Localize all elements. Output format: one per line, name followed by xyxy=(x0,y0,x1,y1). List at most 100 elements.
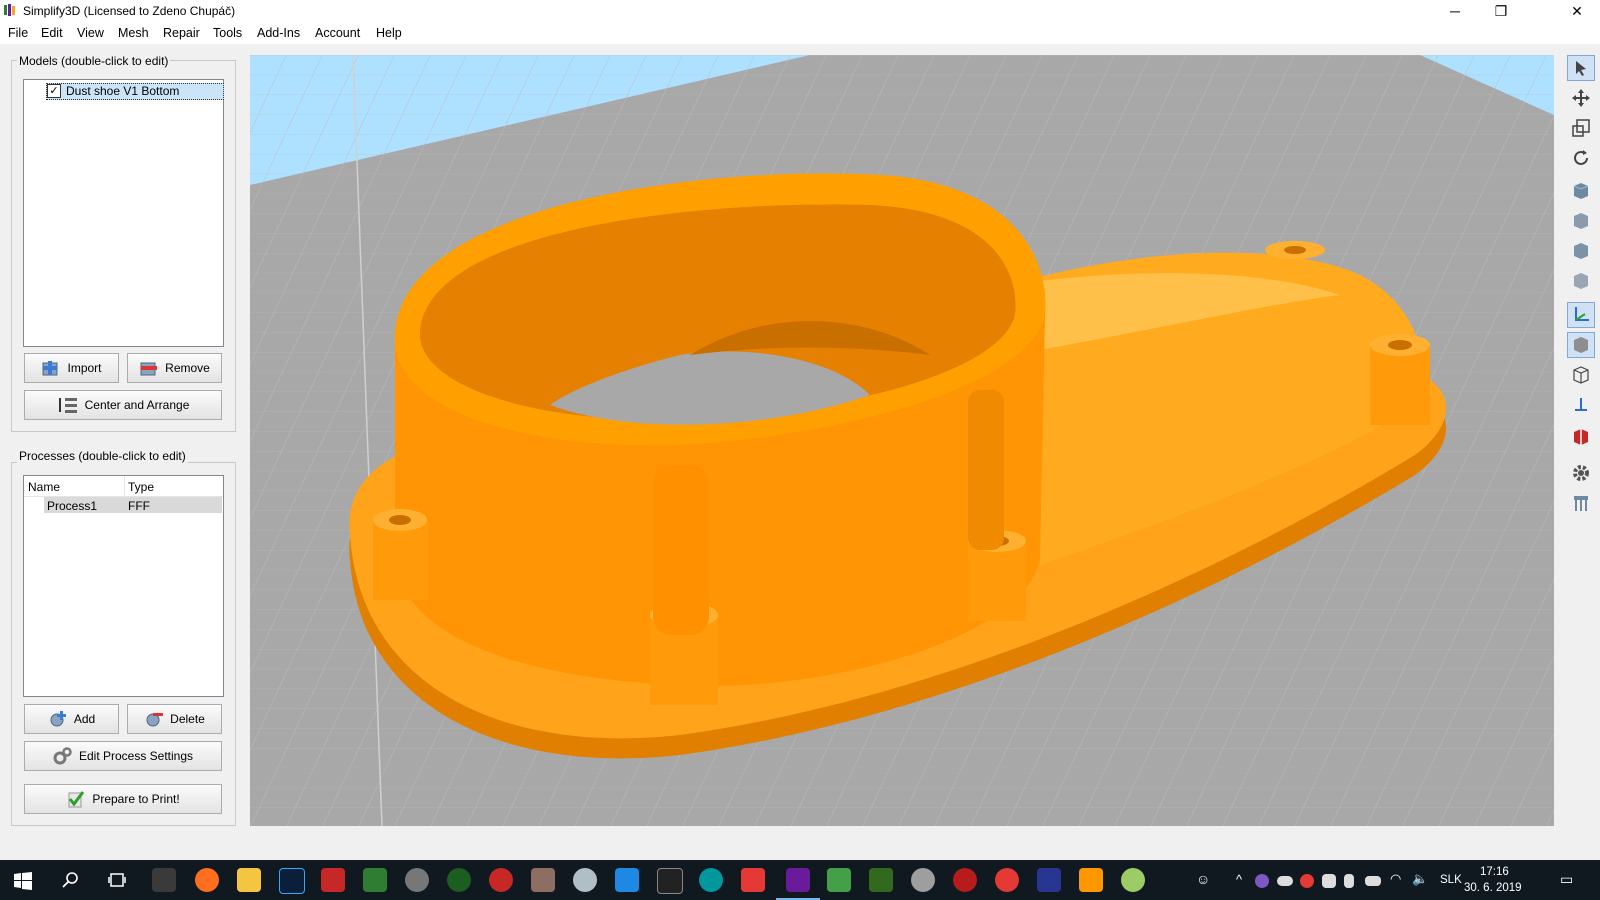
windows-start-icon[interactable] xyxy=(14,872,32,890)
move-icon[interactable] xyxy=(1567,85,1595,111)
select-arrow-icon[interactable] xyxy=(1567,55,1595,81)
remove-icon xyxy=(140,362,158,376)
z-axis-icon[interactable] xyxy=(1567,392,1595,418)
acrobat-icon[interactable] xyxy=(321,868,345,892)
photoshop-icon[interactable] xyxy=(279,868,305,894)
notifications-icon[interactable]: ▭ xyxy=(1560,871,1573,888)
rotate-icon[interactable] xyxy=(1567,145,1595,171)
battery-tray-icon[interactable] xyxy=(1365,876,1381,886)
delete-process-button[interactable]: Delete xyxy=(127,704,222,734)
column-divider xyxy=(124,476,125,496)
usb-tray-icon[interactable] xyxy=(1344,874,1354,888)
volume-icon[interactable]: 🔈 xyxy=(1412,871,1428,887)
feather-app-icon[interactable] xyxy=(869,868,893,892)
wireframe-icon[interactable] xyxy=(1567,362,1595,388)
minimize-button[interactable]: ─ xyxy=(1432,0,1478,22)
view-top-icon[interactable] xyxy=(1567,238,1595,264)
center-arrange-button[interactable]: Center and Arrange xyxy=(24,390,222,420)
processes-table[interactable]: Name Type Process1 FFF xyxy=(23,475,224,697)
maximize-button[interactable]: ❐ xyxy=(1478,0,1524,22)
title-bar: Simplify3D (Licensed to Zdeno Chupáč) ─ … xyxy=(0,0,1600,22)
green-app-icon[interactable] xyxy=(447,868,471,892)
android-app-icon[interactable] xyxy=(1121,868,1145,892)
view-iso-icon[interactable] xyxy=(1567,178,1595,204)
fusion-app-icon[interactable] xyxy=(1079,868,1103,892)
edit-process-settings-label: Edit Process Settings xyxy=(78,749,194,763)
center-arrange-label: Center and Arrange xyxy=(84,398,190,412)
cloud-app-icon[interactable] xyxy=(573,868,597,892)
gear-app-icon[interactable] xyxy=(911,868,935,892)
task-view-icon[interactable] xyxy=(108,871,126,889)
delete-process-label: Delete xyxy=(170,712,205,726)
tray-chevron-icon[interactable]: ^ xyxy=(1236,872,1242,887)
solidworks-icon[interactable] xyxy=(489,868,513,892)
menu-view[interactable]: View xyxy=(77,26,104,40)
vscode-icon[interactable] xyxy=(615,868,639,892)
menu-file[interactable]: File xyxy=(8,26,28,40)
checkmark-icon xyxy=(68,791,85,808)
add-process-label: Add xyxy=(73,712,96,726)
menu-account[interactable]: Account xyxy=(315,26,360,40)
terminal-icon[interactable] xyxy=(657,868,683,894)
people-icon[interactable]: ☺ xyxy=(1196,871,1210,887)
column-header-name[interactable]: Name xyxy=(28,480,60,494)
menu-repair[interactable]: Repair xyxy=(163,26,200,40)
bird-app-icon[interactable] xyxy=(953,868,977,892)
onedrive-tray-icon[interactable] xyxy=(1277,876,1293,886)
mega-tray-icon[interactable] xyxy=(1300,874,1314,888)
axes-icon[interactable] xyxy=(1567,302,1595,328)
edit-process-settings-button[interactable]: Edit Process Settings xyxy=(24,741,222,771)
supports-icon[interactable] xyxy=(1567,490,1595,516)
swirl-app-icon[interactable] xyxy=(995,868,1019,892)
table-header: Name Type xyxy=(24,476,223,497)
firefox-icon[interactable] xyxy=(195,868,219,892)
view-front-icon[interactable] xyxy=(1567,208,1595,234)
simplify3d-taskbar-icon[interactable] xyxy=(786,868,810,892)
language-indicator[interactable]: SLK xyxy=(1440,874,1462,886)
view-side-icon[interactable] xyxy=(1567,268,1595,294)
clock-date[interactable]: 30. 6. 2019 xyxy=(1464,882,1522,894)
solid-view-icon[interactable] xyxy=(1567,332,1595,358)
menu-tools[interactable]: Tools xyxy=(213,26,242,40)
menu-help[interactable]: Help xyxy=(376,26,402,40)
file-explorer-icon[interactable] xyxy=(237,868,261,892)
arduino-icon[interactable] xyxy=(699,868,723,892)
prepare-to-print-button[interactable]: Prepare to Print! xyxy=(24,784,222,814)
remove-button[interactable]: Remove xyxy=(127,353,222,383)
import-label: Import xyxy=(67,361,102,375)
scale-icon[interactable] xyxy=(1567,115,1595,141)
flag-app-icon[interactable] xyxy=(1037,868,1061,892)
dera-app-icon[interactable] xyxy=(363,868,387,892)
close-button[interactable]: ✕ xyxy=(1554,0,1600,22)
model-name: Dust shoe V1 Bottom xyxy=(66,84,180,98)
search-icon[interactable] xyxy=(62,871,80,889)
gears-icon xyxy=(53,747,72,765)
import-button[interactable]: Import xyxy=(24,353,119,383)
archive-app-icon[interactable] xyxy=(531,868,555,892)
spreadsheet-app-icon[interactable] xyxy=(827,868,851,892)
viber-tray-icon[interactable] xyxy=(1255,874,1269,888)
settings-gear-icon[interactable] xyxy=(1567,460,1595,486)
column-header-type[interactable]: Type xyxy=(128,480,154,494)
build-plate-scene xyxy=(250,55,1554,826)
process-name-cell: Process1 xyxy=(47,499,98,513)
app-21-icon[interactable] xyxy=(405,868,429,892)
menu-mesh[interactable]: Mesh xyxy=(118,26,149,40)
add-process-button[interactable]: Add xyxy=(24,704,119,734)
3d-viewport[interactable] xyxy=(250,55,1554,826)
model-visibility-checkbox[interactable]: ✓ xyxy=(47,84,61,98)
cross-section-icon[interactable] xyxy=(1567,424,1595,450)
taskbar-app-icon[interactable] xyxy=(152,868,176,892)
models-list[interactable]: ✓ Dust shoe V1 Bottom xyxy=(23,79,224,347)
menu-add-ins[interactable]: Add-Ins xyxy=(257,26,300,40)
menu-edit[interactable]: Edit xyxy=(41,26,63,40)
clock-time[interactable]: 17:16 xyxy=(1480,866,1509,878)
window-title: Simplify3D (Licensed to Zdeno Chupáč) xyxy=(23,4,236,18)
processes-group-title: Processes (double-click to edit) xyxy=(17,449,188,463)
wifi-icon[interactable]: ◠ xyxy=(1390,871,1401,887)
table-row[interactable]: Process1 FFF xyxy=(44,497,222,513)
red-r-app-icon[interactable] xyxy=(741,868,765,892)
simplify3d-app-icon xyxy=(4,4,15,16)
network-share-tray-icon[interactable] xyxy=(1322,874,1336,888)
arrange-icon xyxy=(58,398,77,413)
